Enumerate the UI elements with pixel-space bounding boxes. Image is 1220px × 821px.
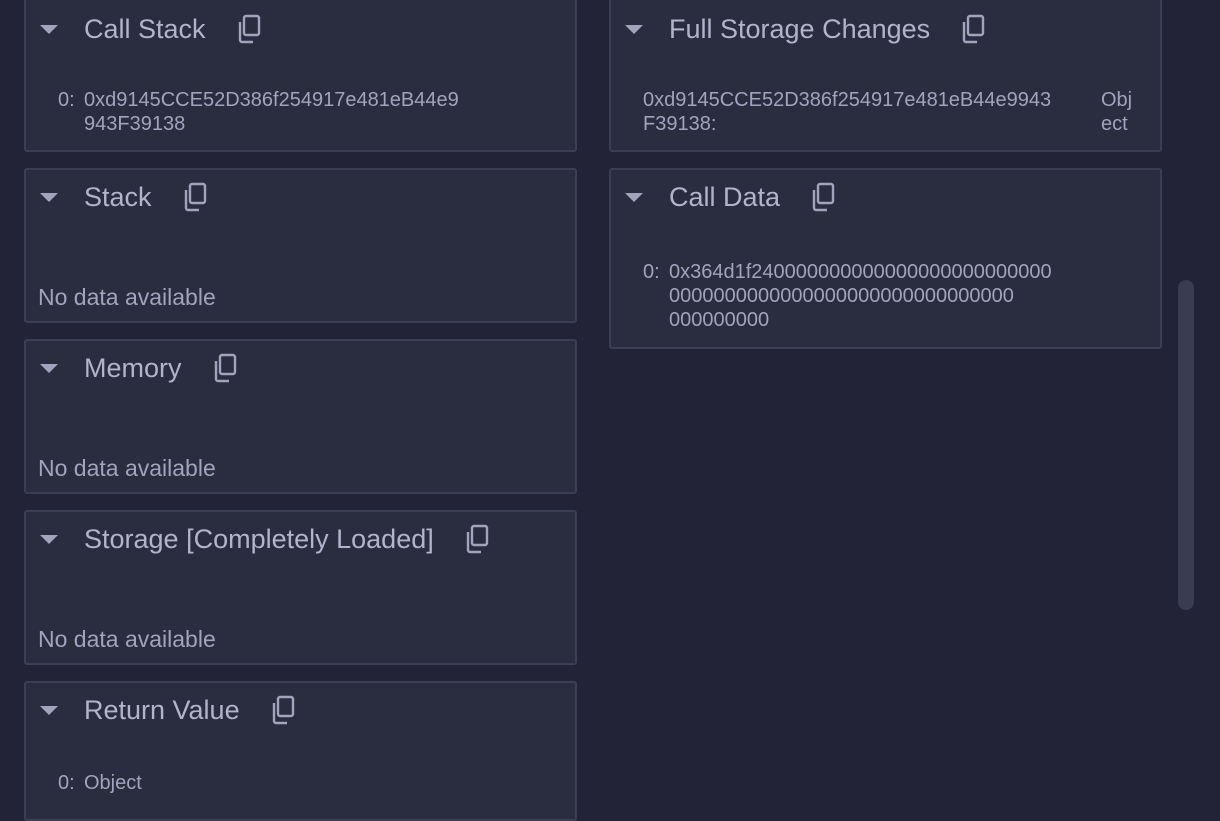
storage-header[interactable]: Storage [Completely Loaded]: [40, 512, 490, 566]
memory-panel: Memory No data available: [24, 339, 577, 494]
full-storage-changes-panel: Full Storage Changes 0xd9145CCE52D386f25…: [609, 0, 1162, 152]
call-data-line2: 0000000000000000000000000000000: [669, 285, 1014, 307]
memory-title: Memory: [84, 352, 182, 383]
storage-change-entry: 0xd9145CCE52D386f254917e481eB44e9943 F39…: [643, 88, 1153, 138]
copy-icon[interactable]: [810, 182, 836, 212]
caret-down-icon[interactable]: [40, 363, 58, 373]
return-value-object[interactable]: Object: [84, 771, 142, 795]
call-stack-entry: 0: 0xd9145CCE52D386f254917e481eB44e9 943…: [58, 88, 558, 138]
copy-icon[interactable]: [464, 524, 490, 554]
entry-index: 0:: [58, 772, 75, 794]
entry-index: 0:: [58, 89, 75, 111]
return-value-panel: Return Value 0: Object: [24, 681, 577, 821]
return-value-entry: 0: Object: [58, 771, 358, 797]
entry-address-line1: 0xd9145CCE52D386f254917e481eB44e9: [84, 89, 459, 111]
entry-index: 0:: [643, 261, 660, 283]
entry-address-line2: 943F39138: [84, 113, 186, 135]
call-data-header[interactable]: Call Data: [625, 170, 836, 224]
storage-empty-message: No data available: [38, 626, 216, 652]
storage-value-line2[interactable]: ect: [1101, 112, 1128, 136]
memory-header[interactable]: Memory: [40, 341, 238, 395]
caret-down-icon[interactable]: [40, 534, 58, 544]
stack-title: Stack: [84, 181, 152, 212]
caret-down-icon[interactable]: [625, 24, 643, 34]
return-value-header[interactable]: Return Value: [40, 683, 296, 737]
stack-empty-message: No data available: [38, 284, 216, 310]
copy-icon[interactable]: [182, 182, 208, 212]
full-storage-changes-header[interactable]: Full Storage Changes: [625, 2, 986, 56]
call-data-title: Call Data: [669, 181, 781, 212]
call-stack-header[interactable]: Call Stack: [40, 2, 262, 56]
stack-header[interactable]: Stack: [40, 170, 208, 224]
copy-icon[interactable]: [270, 695, 296, 725]
return-value-title: Return Value: [84, 694, 240, 725]
copy-icon[interactable]: [236, 14, 262, 44]
storage-key-line2: F39138:: [643, 113, 717, 135]
storage-panel: Storage [Completely Loaded] No data avai…: [24, 510, 577, 665]
full-storage-changes-title: Full Storage Changes: [669, 13, 931, 44]
caret-down-icon[interactable]: [625, 192, 643, 202]
call-data-line1: 0x364d1f240000000000000000000000000: [669, 261, 1052, 283]
caret-down-icon[interactable]: [40, 705, 58, 715]
caret-down-icon[interactable]: [40, 24, 58, 34]
call-data-entry: 0: 0x364d1f240000000000000000000000000 0…: [643, 260, 1153, 334]
call-data-panel: Call Data 0: 0x364d1f2400000000000000000…: [609, 168, 1162, 349]
memory-empty-message: No data available: [38, 455, 216, 481]
call-stack-panel: Call Stack 0: 0xd9145CCE52D386f254917e48…: [24, 0, 577, 152]
storage-value-line1[interactable]: Obj: [1101, 88, 1132, 112]
call-data-line3: 000000000: [669, 309, 770, 331]
caret-down-icon[interactable]: [40, 192, 58, 202]
copy-icon[interactable]: [960, 14, 986, 44]
call-stack-title: Call Stack: [84, 13, 206, 44]
copy-icon[interactable]: [212, 353, 238, 383]
storage-title: Storage [Completely Loaded]: [84, 523, 434, 554]
stack-panel: Stack No data available: [24, 168, 577, 323]
scrollbar-thumb[interactable]: [1178, 280, 1194, 610]
storage-key-line1: 0xd9145CCE52D386f254917e481eB44e9943: [643, 89, 1052, 111]
